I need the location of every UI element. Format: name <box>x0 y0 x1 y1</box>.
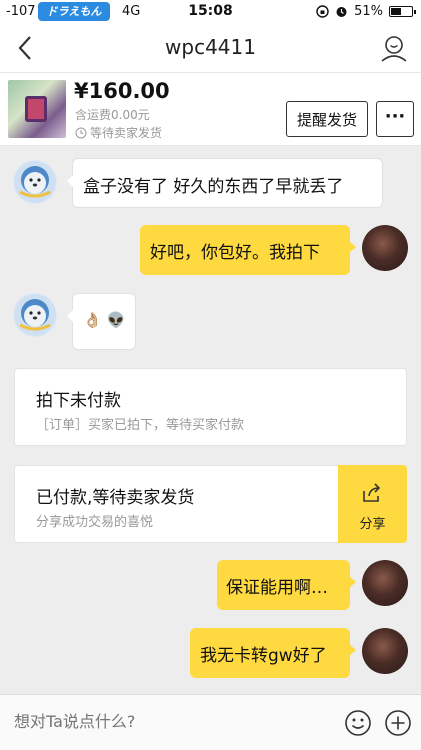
emoji-icon[interactable] <box>344 709 372 737</box>
product-summary[interactable]: ¥160.00 含运费0.00元 等待卖家发货 提醒发货 ··· <box>0 72 421 146</box>
product-price: ¥160.00 <box>74 79 170 103</box>
order-card-subtitle: 分享成功交易的喜悦 <box>36 515 154 530</box>
seal-avatar-icon <box>14 161 56 203</box>
remind-ship-button[interactable]: 提醒发货 <box>286 101 368 137</box>
my-avatar[interactable] <box>362 628 408 674</box>
seal-avatar-icon <box>14 294 56 336</box>
my-avatar[interactable] <box>362 225 408 271</box>
emoji-message-bubble: 👌🏼 👽 <box>67 293 136 350</box>
message-bubble: 我无卡转gw好了 <box>190 628 356 678</box>
product-thumbnail[interactable] <box>8 80 66 138</box>
order-card-paid[interactable]: 已付款,等待卖家发货 分享成功交易的喜悦 分享 <box>14 465 407 543</box>
alarm-icon <box>336 7 347 17</box>
clock-icon <box>75 127 87 138</box>
order-card-title: 已付款,等待卖家发货 <box>36 488 195 508</box>
more-button[interactable]: ··· <box>376 101 414 137</box>
message-input[interactable] <box>14 712 324 731</box>
shipping-fee: 含运费0.00元 <box>75 108 150 122</box>
message-emoji: 👌🏼 👽 <box>83 311 126 329</box>
order-card-title: 拍下未付款 <box>36 391 121 411</box>
user-profile-icon[interactable] <box>379 33 409 63</box>
order-card-subtitle: ［订单］买家已拍下，等待买家付款 <box>36 418 245 433</box>
order-card-unpaid[interactable]: 拍下未付款 ［订单］买家已拍下，等待买家付款 <box>14 368 407 446</box>
message-bubble: 盒子没有了 好久的东西了早就丢了 <box>67 158 383 208</box>
share-icon <box>363 483 381 502</box>
message-text: 盒子没有了 好久的东西了早就丢了 <box>83 177 344 197</box>
rotation-lock-icon <box>316 5 329 18</box>
plus-icon[interactable] <box>384 709 412 737</box>
message-text: 好吧，你包好。我拍下 <box>150 243 320 263</box>
message-bubble: 好吧，你包好。我拍下 <box>140 225 356 275</box>
my-avatar[interactable] <box>362 560 408 606</box>
seller-avatar[interactable] <box>13 160 57 204</box>
nav-bar: wpc4411 <box>0 24 421 72</box>
status-bar: -107 ドラえもん 4G 15:08 51% <box>0 0 421 24</box>
share-label: 分享 <box>359 517 386 532</box>
share-button[interactable]: 分享 <box>338 465 407 543</box>
battery-icon <box>389 6 416 17</box>
chat-title: wpc4411 <box>165 35 256 59</box>
status-icons: 51% <box>316 4 416 19</box>
seller-avatar[interactable] <box>13 293 57 337</box>
order-status-text: 等待卖家发货 <box>90 126 163 140</box>
battery-percent: 51% <box>354 4 383 19</box>
message-bubble: 保证能用啊… <box>217 560 356 610</box>
message-text: 我无卡转gw好了 <box>200 646 327 666</box>
order-status: 等待卖家发货 <box>75 124 162 141</box>
message-text: 保证能用啊… <box>226 578 328 598</box>
message-input-bar <box>0 694 421 750</box>
